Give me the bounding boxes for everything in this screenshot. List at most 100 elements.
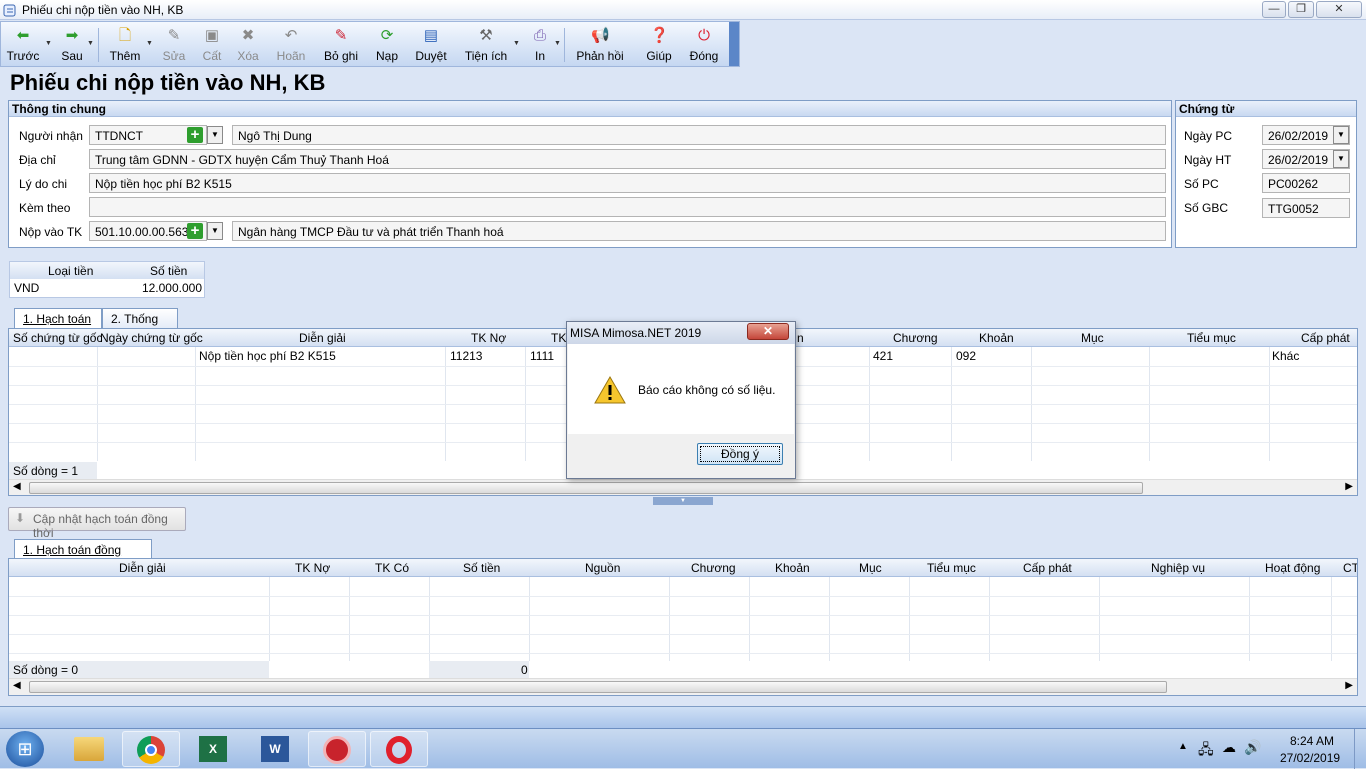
col2-dien-giai[interactable]: Diễn giải [119, 561, 166, 575]
row-cap-phat[interactable]: Khác [1272, 349, 1299, 363]
calendar-dropdown-icon[interactable]: ▼ [1333, 126, 1349, 144]
opera-taskbar-icon[interactable] [370, 731, 428, 767]
minimize-button[interactable]: — [1262, 1, 1286, 18]
help-button[interactable]: ❓ Giúp [643, 24, 675, 66]
recipient-name-field[interactable]: Ngô Thị Dung [232, 125, 1166, 145]
print-button[interactable]: ⎙ In [525, 24, 555, 66]
col2-khoan[interactable]: Khoản [775, 561, 810, 575]
update-accounting-button[interactable]: ⬇ Cập nhật hạch toán đồng thời [8, 507, 186, 540]
col-nguon[interactable]: n [797, 331, 804, 345]
col2-so-tien[interactable]: Số tiền [463, 561, 500, 575]
scroll-left-icon[interactable]: ◀ [13, 481, 21, 492]
col-muc[interactable]: Mục [1081, 331, 1104, 345]
col2-tieu-muc[interactable]: Tiểu mục [927, 561, 976, 575]
chevron-down-icon[interactable]: ▼ [554, 40, 561, 47]
row-khoan[interactable]: 092 [956, 349, 976, 363]
horizontal-scrollbar[interactable]: ◀ ▶ [9, 479, 1357, 495]
calendar-dropdown-icon[interactable]: ▼ [1333, 150, 1349, 168]
attach-field[interactable] [89, 197, 1166, 217]
chrome-taskbar-icon[interactable] [122, 731, 180, 767]
col-so-chung-tu-goc[interactable]: Số chứng từ gốc [13, 331, 102, 345]
col2-nghiep-vu[interactable]: Nghiệp vụ [1151, 561, 1205, 575]
clock-date[interactable]: 27/02/2019 [1280, 751, 1340, 765]
explorer-taskbar-icon[interactable] [60, 731, 118, 767]
scroll-left-icon[interactable]: ◀ [13, 680, 21, 691]
network-icon[interactable]: 🖧 [1198, 739, 1214, 763]
so-gbc-label: Số GBC [1184, 201, 1229, 215]
col-khoan[interactable]: Khoản [979, 331, 1014, 345]
prev-button[interactable]: ⬅ Trước [5, 24, 41, 66]
row-desc[interactable]: Nộp tiền học phí B2 K515 [199, 349, 336, 363]
plus-icon[interactable]: + [187, 127, 203, 143]
plus-icon[interactable]: + [187, 223, 203, 239]
unpost-button[interactable]: ✎ Bỏ ghi [321, 24, 361, 66]
col2-tk-no[interactable]: TK Nợ [295, 561, 330, 575]
col2-ct[interactable]: CT [1343, 561, 1357, 575]
load-button[interactable]: ⟳ Nạp [371, 24, 403, 66]
chevron-down-icon[interactable]: ▼ [87, 40, 94, 47]
col-cap-phat[interactable]: Cấp phát [1301, 331, 1350, 345]
row-tk-no[interactable]: 11213 [450, 349, 482, 363]
dialog-close-button[interactable]: ✕ [747, 323, 789, 340]
approve-button[interactable]: ▤ Duyệt [411, 24, 451, 66]
col2-cap-phat[interactable]: Cấp phát [1023, 561, 1072, 575]
scroll-right-icon[interactable]: ▶ [1345, 481, 1353, 492]
feedback-button[interactable]: 📢 Phản hồi [573, 24, 627, 66]
tray-expand-icon[interactable]: ▲ [1178, 741, 1188, 752]
close-button[interactable]: ⏻ Đóng [687, 24, 721, 66]
save-button[interactable]: ▣ Cất [197, 24, 227, 66]
col2-nguon[interactable]: Nguồn [585, 561, 620, 575]
so-gbc-field[interactable]: TTG0052 [1262, 198, 1350, 218]
ok-button[interactable]: Đồng ý [697, 443, 783, 465]
col2-hoat-dong[interactable]: Hoạt động [1265, 561, 1320, 575]
horizontal-scrollbar[interactable]: ◀ ▶ [9, 678, 1357, 695]
edit-button[interactable]: ✎ Sửa [159, 24, 189, 66]
col2-muc[interactable]: Mục [859, 561, 882, 575]
scroll-thumb[interactable] [29, 681, 1167, 693]
utilities-button[interactable]: ⚒ Tiện ích [461, 24, 511, 66]
chevron-down-icon[interactable]: ▼ [207, 126, 223, 144]
splitter-handle[interactable]: ▼ [653, 497, 713, 505]
col-tk-no[interactable]: TK Nợ [471, 331, 506, 345]
tab-hach-toan[interactable]: 1. Hạch toán [14, 308, 102, 328]
chevron-down-icon[interactable]: ▼ [45, 40, 52, 47]
next-button[interactable]: ➡ Sau [55, 24, 89, 66]
col-tk-co[interactable]: TK [551, 331, 566, 345]
misa-taskbar-icon[interactable] [308, 731, 366, 767]
col-tieu-muc[interactable]: Tiểu mục [1187, 331, 1236, 345]
delete-button[interactable]: ✖ Xóa [233, 24, 263, 66]
word-taskbar-icon[interactable]: W [246, 731, 304, 767]
currency-type[interactable]: VND [14, 281, 39, 295]
col-chuong[interactable]: Chương [893, 331, 938, 345]
clock-time[interactable]: 8:24 AM [1290, 734, 1334, 748]
currency-amount[interactable]: 12.000.000 [142, 281, 202, 295]
start-button[interactable]: ⊞ [6, 731, 44, 767]
col-ngay-chung-tu-goc[interactable]: Ngày chứng từ gốc [100, 331, 203, 345]
restore-button[interactable]: ❐ [1288, 1, 1314, 18]
bank-name-field[interactable]: Ngân hàng TMCP Đầu tư và phát triển Than… [232, 221, 1166, 241]
cloud-icon[interactable]: ☁ [1222, 739, 1236, 756]
chevron-down-icon[interactable]: ▼ [513, 40, 520, 47]
add-button[interactable]: 🗋 Thêm [105, 24, 145, 66]
tab-hach-toan-dong-thoi[interactable]: 1. Hạch toán đồng thời [14, 539, 152, 571]
chevron-down-icon[interactable]: ▼ [207, 222, 223, 240]
col2-chuong[interactable]: Chương [691, 561, 736, 575]
toolbar-overflow-button[interactable] [729, 22, 739, 66]
tab-thong-ke[interactable]: 2. Thống kê [102, 308, 178, 340]
address-field[interactable]: Trung tâm GDNN - GDTX huyện Cẩm Thuỷ Tha… [89, 149, 1166, 169]
volume-icon[interactable]: 🔊 [1244, 739, 1261, 756]
scroll-thumb[interactable] [29, 482, 1143, 494]
scroll-right-icon[interactable]: ▶ [1345, 680, 1353, 691]
col2-tk-co[interactable]: TK Có [375, 561, 409, 575]
reason-field[interactable]: Nộp tiền học phí B2 K515 [89, 173, 1166, 193]
row-chuong[interactable]: 421 [873, 349, 893, 363]
page-title: Phiếu chi nộp tiền vào NH, KB [10, 70, 326, 95]
chevron-down-icon[interactable]: ▼ [146, 40, 153, 47]
excel-taskbar-icon[interactable]: X [184, 731, 242, 767]
undo-button[interactable]: ↶ Hoãn [271, 24, 311, 66]
row-tk-co[interactable]: 1111 [530, 349, 554, 363]
show-desktop-button[interactable] [1354, 729, 1366, 769]
so-pc-field[interactable]: PC00262 [1262, 173, 1350, 193]
col-dien-giai[interactable]: Diễn giải [299, 331, 346, 345]
close-window-button[interactable]: ✕ [1316, 1, 1362, 18]
